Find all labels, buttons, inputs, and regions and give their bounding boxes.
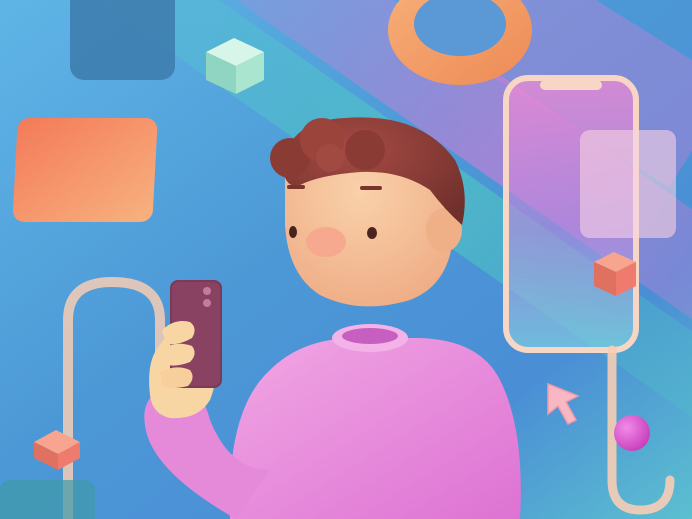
eyebrow-left [287, 185, 305, 189]
eye-left [289, 226, 297, 238]
illustration-scene [0, 0, 692, 519]
finger [160, 367, 193, 388]
nose [306, 227, 346, 257]
collar-opening [342, 328, 398, 344]
camera-lens-icon [203, 287, 211, 295]
eye-right [367, 227, 377, 239]
illustration-canvas [0, 0, 692, 519]
dark-rounded-tile [70, 0, 175, 80]
translucent-panel [580, 130, 676, 238]
teal-rounded-tile [0, 480, 95, 519]
orange-rounded-card [12, 118, 158, 222]
camera-lens-icon [203, 299, 211, 307]
eyebrow-right [360, 186, 382, 190]
magenta-ball [614, 415, 650, 451]
